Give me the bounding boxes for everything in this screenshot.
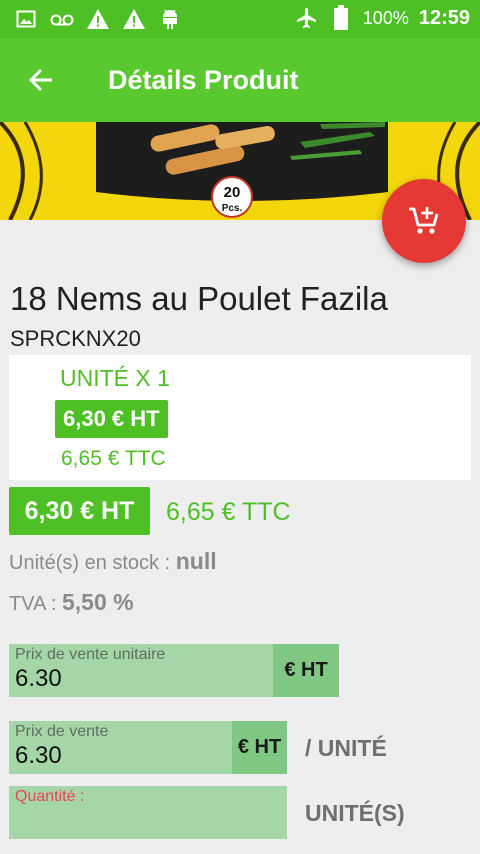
tva-label: TVA : [9, 593, 62, 615]
page-title: Détails Produit [108, 65, 299, 95]
back-button[interactable] [26, 64, 58, 96]
warning-icon [122, 7, 146, 31]
warning-icon [86, 7, 110, 31]
battery-percent: 100% [362, 7, 409, 28]
app-bar: Détails Produit [0, 38, 480, 122]
sale-price-label: Prix de vente [15, 723, 109, 740]
quantity-unit: UNITÉ(S) [305, 800, 405, 826]
product-name: 18 Nems au Poulet Fazila [10, 280, 388, 317]
add-shopping-cart-icon [409, 207, 439, 234]
stock-label: Unité(s) en stock : [9, 552, 176, 574]
unit-price-value: 6.30 [15, 665, 62, 692]
unit-option-label: UNITÉ X 1 [60, 365, 170, 391]
arrow-left-icon [28, 68, 52, 92]
sale-price-value: 6.30 [15, 742, 62, 769]
price-ht-badge: 6,30 € HT [9, 487, 150, 535]
unit-option-card[interactable]: UNITÉ X 1 6,30 € HT 6,65 € TTC [9, 355, 471, 480]
sale-price-field[interactable]: Prix de vente 6.30 [9, 721, 232, 774]
unit-option-price-ttc: 6,65 € TTC [61, 447, 166, 470]
airplane-mode-icon [295, 6, 319, 30]
tva-value: 5,50 % [61, 589, 134, 615]
unit-option-price-ht: 6,30 € HT [55, 400, 168, 438]
clock: 12:59 [418, 6, 470, 29]
unit-price-suffix: € HT [273, 644, 339, 697]
status-bar: 100% 12:59 [0, 0, 480, 38]
quantity-label: Quantité : [15, 788, 85, 805]
unit-price-label: Prix de vente unitaire [15, 646, 166, 663]
sale-price-suffix: € HT [232, 721, 287, 774]
product-sku: SPRCKNX20 [10, 326, 141, 351]
tva-line: TVA : 5,50 % [9, 589, 134, 616]
image-badge-unit: Pcs. [222, 203, 243, 214]
android-icon [158, 7, 182, 31]
voicemail-icon [50, 7, 74, 31]
stock-value: null [175, 548, 217, 574]
sale-price-unit: / UNITÉ [305, 735, 387, 761]
image-badge-count: 20 [224, 184, 241, 201]
image-icon [14, 7, 38, 31]
quantity-field[interactable]: Quantité : [9, 786, 287, 839]
stock-line: Unité(s) en stock : null [9, 548, 217, 575]
status-bar-system: 100% 12:59 [295, 5, 470, 30]
unit-price-field[interactable]: Prix de vente unitaire 6.30 [9, 644, 273, 697]
battery-icon [329, 5, 353, 30]
price-ttc: 6,65 € TTC [166, 498, 291, 526]
add-to-cart-button[interactable] [382, 179, 466, 263]
status-bar-notifications [14, 7, 182, 31]
